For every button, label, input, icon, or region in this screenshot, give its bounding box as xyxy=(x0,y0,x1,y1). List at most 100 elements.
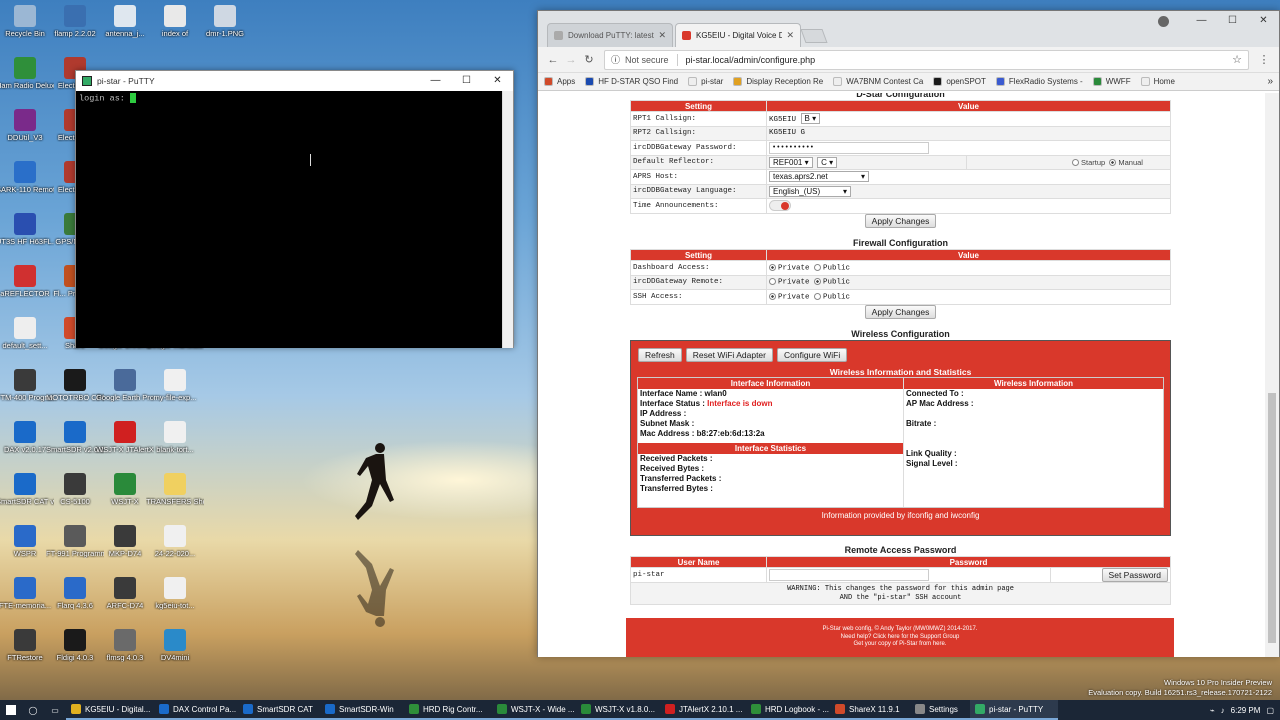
taskbar-item[interactable]: JTAlertX 2.10.1 ... xyxy=(660,700,746,720)
app-icon xyxy=(164,577,186,599)
bookmark-favicon-icon xyxy=(544,77,553,86)
reflector-select[interactable]: REF001 ▾ xyxy=(769,156,813,168)
public-radio[interactable] xyxy=(814,263,822,271)
ircpass-input[interactable]: •••••••••• xyxy=(769,141,929,154)
public-radio[interactable] xyxy=(814,278,822,285)
putty-titlebar[interactable]: pi-star - PuTTY — ☐ ✕ xyxy=(76,71,513,90)
time-label: Time Announcements: xyxy=(630,198,767,214)
private-radio[interactable] xyxy=(769,263,776,271)
reset-wifi-button[interactable]: Reset WiFi Adapter xyxy=(685,348,773,362)
taskbar-item[interactable]: DAX Control Pa... xyxy=(154,700,238,720)
bookmark-item[interactable]: HF D-STAR QSO Find xyxy=(585,77,678,86)
forward-icon[interactable]: → xyxy=(562,54,580,66)
start-button[interactable] xyxy=(0,700,22,720)
profile-icon[interactable] xyxy=(1158,16,1169,27)
private-radio[interactable] xyxy=(769,292,776,300)
tab-close-icon[interactable]: ✕ xyxy=(786,30,794,41)
bookmark-item[interactable]: WA7BNM Contest Ca xyxy=(833,77,923,86)
tab-putty-download[interactable]: Download PuTTY: latest ✕ xyxy=(547,23,673,47)
close-button[interactable]: ✕ xyxy=(1248,11,1279,31)
bookmark-item[interactable]: Display Reception Re xyxy=(733,77,823,86)
password-input[interactable] xyxy=(769,569,929,581)
reload-icon[interactable]: ↻ xyxy=(580,53,598,66)
menu-icon[interactable]: ⋮ xyxy=(1255,53,1273,66)
time-announcements-toggle[interactable] xyxy=(769,200,791,212)
wireless-panel: Refresh Reset WiFi Adapter Configure WiF… xyxy=(630,340,1171,536)
desktop-icon[interactable]: kg5eiu-tot... xyxy=(146,577,204,610)
taskbar-item[interactable]: HRD Logbook - ... xyxy=(746,700,830,720)
footer-download-link[interactable]: Get your copy of Pi-Star from here. xyxy=(626,641,1174,649)
apply-changes-button[interactable]: Apply Changes xyxy=(864,214,937,228)
bookmark-item[interactable]: Apps xyxy=(544,77,575,86)
desktop-icon[interactable]: dmr-1.PNG xyxy=(196,5,254,38)
footer-support-link[interactable]: Need help? Click here for the Support Gr… xyxy=(626,634,1174,642)
minimize-button[interactable]: — xyxy=(420,75,451,86)
bookmark-item[interactable]: WWFF xyxy=(1092,77,1131,86)
task-view-icon[interactable]: ▭ xyxy=(44,700,66,720)
taskbar-item[interactable]: WSJT-X v1.8.0... xyxy=(576,700,660,720)
desktop-icon[interactable]: blank-tort... xyxy=(146,421,204,454)
browser-window[interactable]: Download PuTTY: latest ✕ KG5EIU - Digital… xyxy=(537,10,1280,657)
taskbar-item[interactable]: SmartSDR CAT xyxy=(238,700,320,720)
volume-icon[interactable]: ♪ xyxy=(1221,706,1225,715)
private-radio[interactable] xyxy=(769,278,776,285)
maximize-button[interactable]: ☐ xyxy=(1217,11,1248,31)
maximize-button[interactable]: ☐ xyxy=(451,75,482,86)
taskbar-item[interactable]: WSJT-X - Wide ... xyxy=(492,700,576,720)
putty-window[interactable]: pi-star - PuTTY — ☐ ✕ login as: xyxy=(75,70,514,348)
taskbar-item[interactable]: ShareX 11.9.1 xyxy=(830,700,910,720)
taskbar-item[interactable]: HRD Rig Contr... xyxy=(404,700,492,720)
app-icon xyxy=(14,5,36,27)
putty-scrollbar[interactable] xyxy=(502,91,513,348)
bookmark-item[interactable]: FlexRadio Systems - xyxy=(995,77,1083,86)
app-icon xyxy=(114,421,136,443)
refresh-button[interactable]: Refresh xyxy=(638,348,682,362)
taskbar-item[interactable]: pi-star - PuTTY xyxy=(970,700,1058,720)
bookmark-item[interactable]: Home xyxy=(1140,77,1175,86)
aprs-select[interactable]: texas.aprs2.net ▾ xyxy=(769,171,869,183)
desktop-icon[interactable]: my-file-exp... xyxy=(146,369,204,402)
wireless-footer: Information provided by ifconfig and iwc… xyxy=(821,511,980,520)
network-icon[interactable]: ⌁ xyxy=(1210,706,1215,715)
info-icon[interactable]: ⓘ xyxy=(611,53,620,66)
tab-pistar[interactable]: KG5EIU - Digital Voice D ✕ xyxy=(675,23,801,47)
address-bar[interactable]: ⓘ Not secure pi-star.local/admin/configu… xyxy=(604,49,1249,70)
clock[interactable]: 6:29 PM xyxy=(1231,706,1261,715)
taskbar-item-label: pi-star - PuTTY xyxy=(989,704,1044,714)
taskbar-item-label: Settings xyxy=(929,704,958,714)
search-icon[interactable]: ◯ xyxy=(22,700,44,720)
page-scrollbar[interactable] xyxy=(1265,93,1279,657)
desktop-icon[interactable]: DV4mini xyxy=(146,629,204,662)
manual-radio[interactable] xyxy=(1109,159,1117,167)
taskbar-item[interactable]: Settings xyxy=(910,700,970,720)
bookmark-item[interactable]: openSPOT xyxy=(933,77,986,86)
lang-select[interactable]: English_(US) ▾ xyxy=(769,185,851,197)
startup-radio[interactable] xyxy=(1072,159,1080,167)
reflector-module-select[interactable]: C ▾ xyxy=(817,156,838,168)
taskbar-item[interactable]: KG5EIU - Digital... xyxy=(66,700,154,720)
bookmark-item[interactable]: pi-star xyxy=(688,77,723,86)
app-icon xyxy=(14,57,36,79)
desktop-icon[interactable]: TRANSFERS Shortcut xyxy=(146,473,204,506)
aprs-label: APRS Host: xyxy=(630,169,767,185)
rpt1-label: RPT1 Callsign: xyxy=(630,111,767,127)
close-button[interactable]: ✕ xyxy=(482,75,513,86)
notifications-icon[interactable]: ▢ xyxy=(1266,706,1274,715)
bookmark-star-icon[interactable]: ☆ xyxy=(1232,53,1242,66)
minimize-button[interactable]: — xyxy=(1186,11,1217,31)
desktop-icon[interactable]: 24-22-020... xyxy=(146,525,204,558)
tab-close-icon[interactable]: ✕ xyxy=(658,30,666,41)
public-radio[interactable] xyxy=(814,292,822,300)
apply-changes-button[interactable]: Apply Changes xyxy=(864,305,937,319)
taskbar-item[interactable]: SmartSDR-Win xyxy=(320,700,404,720)
signal-level: Signal Level : xyxy=(906,459,958,468)
new-tab-button[interactable] xyxy=(800,29,828,43)
rpt1-module-select[interactable]: B ▾ xyxy=(800,113,821,125)
bookmarks-overflow-icon[interactable]: » xyxy=(1267,76,1273,87)
back-icon[interactable]: ← xyxy=(544,54,562,66)
scrollbar-thumb[interactable] xyxy=(1268,393,1276,643)
set-password-button[interactable]: Set Password xyxy=(1101,568,1168,582)
taskbar-item-label: ShareX 11.9.1 xyxy=(849,704,900,714)
putty-terminal[interactable]: login as: xyxy=(76,91,503,348)
configure-wifi-button[interactable]: Configure WiFi xyxy=(777,348,848,362)
